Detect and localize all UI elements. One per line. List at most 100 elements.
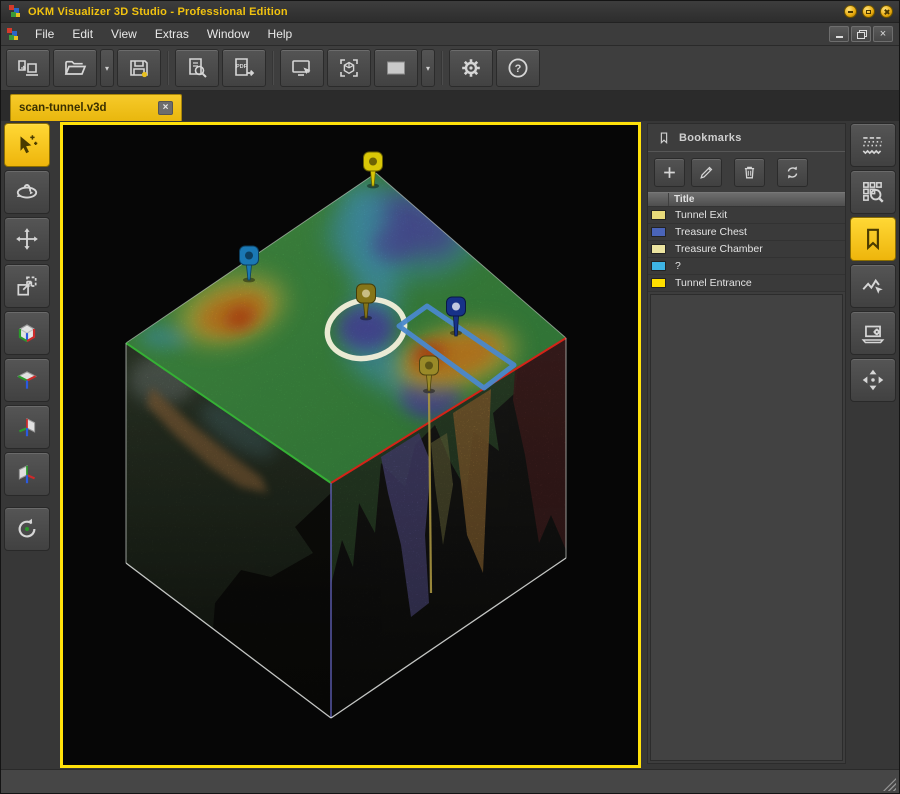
screen-pointer-icon	[290, 56, 314, 80]
status-bar	[1, 769, 899, 794]
bookmarks-panel-header: Bookmarks	[648, 124, 845, 152]
edit-bookmark-button[interactable]	[691, 158, 722, 187]
window-title: OKM Visualizer 3D Studio - Professional …	[28, 6, 288, 18]
color-column-header	[648, 193, 669, 206]
rotate-3d-icon	[14, 179, 40, 205]
bookmarks-table-header[interactable]: Title	[648, 192, 845, 207]
preview-report-button[interactable]	[175, 49, 219, 87]
bookmark-row-treasure-chamber[interactable]: Treasure Chamber	[648, 241, 845, 258]
tool-select[interactable]	[4, 123, 50, 167]
trash-icon	[741, 164, 758, 181]
tool-grid-search[interactable]	[850, 170, 896, 214]
menu-edit[interactable]: Edit	[63, 24, 102, 44]
tool-signal-analysis[interactable]	[850, 264, 896, 308]
save-file-button[interactable]	[117, 49, 161, 87]
bookmark-icon	[657, 131, 671, 145]
document-logo-icon	[7, 28, 20, 41]
ground-layers-icon	[860, 132, 886, 158]
refresh-icon	[784, 164, 801, 181]
svg-text:?: ?	[515, 63, 522, 75]
import-scan-button[interactable]	[6, 49, 50, 87]
tool-cube-view[interactable]	[4, 311, 50, 355]
menu-window[interactable]: Window	[198, 24, 259, 44]
tab-scan-tunnel[interactable]: scan-tunnel.v3d ×	[10, 94, 182, 121]
bookmark-row-tunnel-exit[interactable]: Tunnel Exit	[648, 207, 845, 224]
resize-grip[interactable]	[883, 778, 896, 791]
open-folder-icon	[63, 56, 87, 80]
plus-icon	[661, 164, 678, 181]
tool-rotate-3d[interactable]	[4, 170, 50, 214]
select-pointer-icon	[14, 132, 40, 158]
open-file-button[interactable]	[53, 49, 97, 87]
close-button[interactable]	[880, 5, 893, 18]
help-button[interactable]: ?	[496, 49, 540, 87]
tool-view-right[interactable]	[4, 405, 50, 449]
child-close-button[interactable]: ×	[873, 26, 893, 42]
laptop-gear-icon	[860, 320, 886, 346]
reset-rotation-icon	[14, 516, 40, 542]
color-swatch	[651, 244, 666, 254]
tool-navigation-pad[interactable]	[850, 358, 896, 402]
cube-axes-icon	[14, 320, 40, 346]
add-bookmark-button[interactable]	[654, 158, 685, 187]
gear-icon	[459, 56, 483, 80]
tool-ground-scan[interactable]	[850, 123, 896, 167]
child-restore-button[interactable]	[851, 26, 871, 42]
tab-bar: scan-tunnel.v3d ×	[1, 91, 899, 121]
export-pdf-button[interactable]: PDF	[222, 49, 266, 87]
color-swatch-icon	[384, 56, 408, 80]
left-toolbar	[4, 123, 56, 551]
tool-device-settings[interactable]	[850, 311, 896, 355]
bookmark-row-treasure-chest[interactable]: Treasure Chest	[648, 224, 845, 241]
background-color-button[interactable]	[374, 49, 418, 87]
background-color-dropdown[interactable]: ▾	[421, 49, 435, 87]
scale-icon	[14, 273, 40, 299]
title-bar: OKM Visualizer 3D Studio - Professional …	[1, 1, 899, 23]
bookmark-row-unknown[interactable]: ?	[648, 258, 845, 275]
tool-reset-view[interactable]	[4, 507, 50, 551]
menu-file[interactable]: File	[26, 24, 63, 44]
menu-help[interactable]: Help	[259, 24, 302, 44]
open-file-dropdown[interactable]: ▾	[100, 49, 114, 87]
viewport-3d[interactable]	[60, 122, 641, 768]
menu-bar: File Edit View Extras Window Help ×	[1, 23, 899, 46]
tool-view-front[interactable]	[4, 452, 50, 496]
color-swatch	[651, 210, 666, 220]
toolbar-separator	[167, 51, 169, 85]
refresh-bookmarks-button[interactable]	[777, 158, 808, 187]
presentation-mode-button[interactable]	[280, 49, 324, 87]
menu-extras[interactable]: Extras	[146, 24, 198, 44]
delete-bookmark-button[interactable]	[734, 158, 765, 187]
grid-search-icon	[860, 179, 886, 205]
chart-pointer-icon	[860, 273, 886, 299]
settings-button[interactable]	[449, 49, 493, 87]
menu-view[interactable]: View	[102, 24, 146, 44]
minimize-button[interactable]	[844, 5, 857, 18]
view-3d-button[interactable]	[327, 49, 371, 87]
panel-title: Bookmarks	[679, 132, 742, 144]
bookmark-icon	[860, 226, 886, 252]
view-front-icon	[14, 461, 40, 487]
bookmarks-empty-area	[650, 294, 843, 761]
bookmark-title: Tunnel Entrance	[669, 277, 752, 289]
save-icon	[127, 56, 151, 80]
tool-view-top[interactable]	[4, 358, 50, 402]
tool-pan[interactable]	[4, 217, 50, 261]
app-logo-icon	[9, 5, 22, 18]
bookmark-row-tunnel-entrance[interactable]: Tunnel Entrance	[648, 275, 845, 292]
view-right-icon	[14, 414, 40, 440]
child-minimize-button[interactable]	[829, 26, 849, 42]
document-search-icon	[185, 56, 209, 80]
pencil-icon	[698, 164, 715, 181]
main-toolbar: ▾ PDF ▾ ?	[1, 46, 899, 91]
tab-label: scan-tunnel.v3d	[19, 102, 150, 114]
tool-bookmarks[interactable]	[850, 217, 896, 261]
title-column-header: Title	[669, 194, 694, 205]
maximize-button[interactable]	[862, 5, 875, 18]
tool-scale[interactable]	[4, 264, 50, 308]
export-pdf-icon: PDF	[232, 56, 256, 80]
bookmark-title: Tunnel Exit	[669, 209, 727, 221]
color-swatch	[651, 261, 666, 271]
tab-close-button[interactable]: ×	[158, 101, 173, 115]
bookmark-title: ?	[669, 260, 681, 272]
